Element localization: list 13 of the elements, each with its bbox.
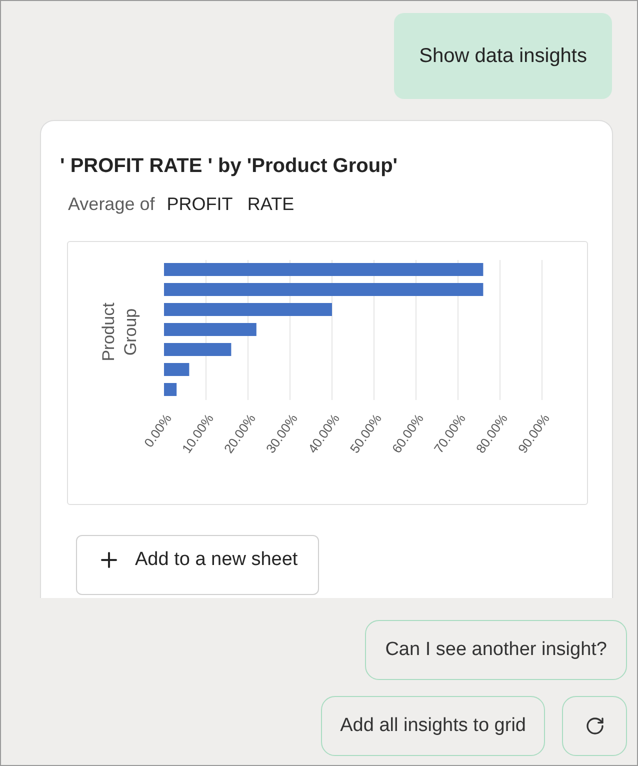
bar [164,343,232,356]
card-title: ' PROFIT RATE ' by 'Product Group' [60,154,399,179]
user-message: Show data insights [394,13,612,99]
field-name: PROFIT RATE [166,193,294,216]
refresh-icon [584,716,604,736]
axis-title: Product Group [99,302,140,362]
bar [164,383,177,396]
bar [164,363,190,376]
add-to-grid-button[interactable]: Add all insights to grid [321,696,545,756]
refresh-button[interactable] [562,696,627,756]
subtitle-text: Average of [68,193,155,216]
suggestion-button[interactable]: Can I see another insight? [365,620,627,680]
add-to-sheet-button[interactable]: Add to a new sheet [76,535,319,595]
